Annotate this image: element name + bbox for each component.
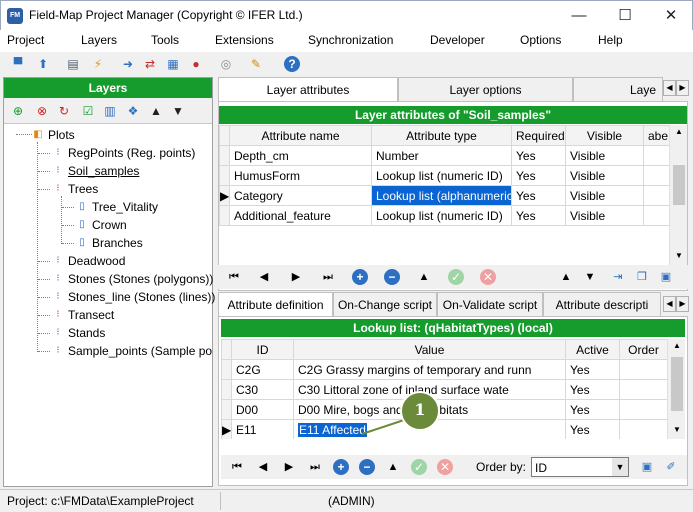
status-user: (ADMIN) [328, 494, 375, 508]
status-divider [220, 492, 221, 510]
status-project: Project: c:\FMData\ExampleProject [7, 494, 194, 508]
callout-annotation [361, 391, 440, 435]
status-bar: Project: c:\FMData\ExampleProject (ADMIN… [0, 489, 693, 512]
callout-number: 1 [414, 400, 426, 419]
